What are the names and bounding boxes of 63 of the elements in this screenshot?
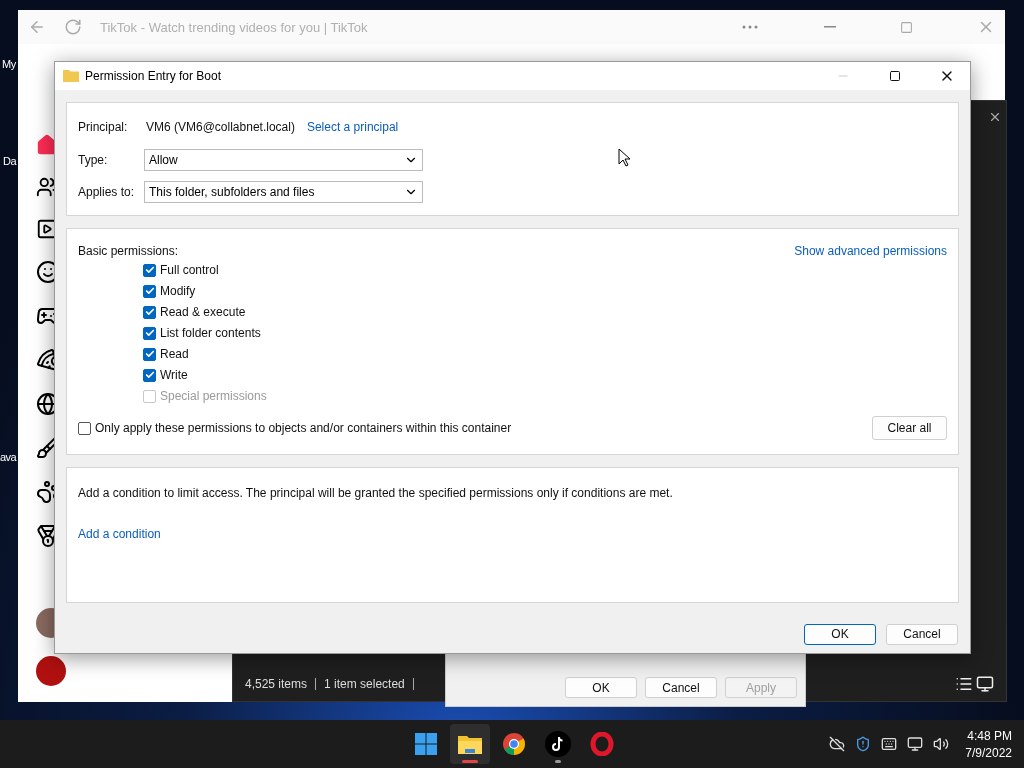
- checkbox[interactable]: [143, 326, 156, 340]
- cloud-off-icon: [829, 736, 846, 752]
- principal-label: Principal:: [78, 119, 129, 134]
- folder-icon[interactable]: [457, 733, 483, 755]
- running-indicator: [462, 760, 478, 763]
- add-condition-link[interactable]: Add a condition: [78, 527, 161, 541]
- checkbox-label: Full control: [160, 263, 219, 277]
- checkbox-label: Special permissions: [160, 389, 267, 403]
- clock-date: 7/9/2022: [965, 745, 1012, 760]
- more-icon[interactable]: [742, 25, 758, 29]
- dialog-button[interactable]: Cancel: [886, 623, 958, 645]
- details-view-icon[interactable]: [955, 675, 973, 693]
- checkbox-label: List folder contents: [160, 326, 261, 340]
- applies-to-dropdown[interactable]: This folder, subfolders and files: [144, 181, 423, 204]
- tiles-view-icon[interactable]: [976, 675, 994, 693]
- maximize-icon: [900, 20, 913, 34]
- running-indicator: [555, 760, 561, 763]
- mouse-cursor-icon: [618, 148, 631, 167]
- desktop-icon-label[interactable]: ava: [0, 451, 17, 463]
- dialog-button[interactable]: OK: [804, 623, 876, 645]
- checkbox[interactable]: [143, 305, 156, 319]
- dialog-button[interactable]: Cancel: [645, 677, 717, 698]
- dialog-button[interactable]: OK: [565, 677, 637, 698]
- checkbox[interactable]: [143, 347, 156, 361]
- reload-icon: [64, 18, 82, 36]
- status-text: 4,525 items: [245, 677, 308, 691]
- principal-value: VM6 (VM6@collabnet.local): [146, 119, 295, 134]
- condition-description: Add a condition to limit access. The principal will be granted the specified permissions only if conditions are met.: [78, 486, 674, 500]
- checkbox[interactable]: [143, 368, 156, 382]
- browser-title: TikTok - Watch trending videos for you | TikTok: [100, 19, 369, 35]
- type-dropdown[interactable]: Allow: [144, 149, 423, 171]
- clock-time: 4:48 PM: [967, 728, 1012, 743]
- keyboard-icon: [881, 736, 898, 752]
- volume-icon: [933, 736, 950, 752]
- show-advanced-link[interactable]: Show advanced permissions: [794, 244, 947, 258]
- dialog-title: Permission Entry for Boot: [85, 69, 223, 83]
- avatar[interactable]: [36, 656, 66, 686]
- back-icon: [28, 18, 46, 36]
- basic-permissions-label: Basic permissions:: [78, 244, 179, 258]
- applies-to-label: Applies to:: [78, 185, 136, 200]
- shield-warning-icon: [855, 736, 872, 752]
- close-icon[interactable]: [988, 110, 1002, 124]
- taskbar-button[interactable]: [450, 724, 490, 764]
- clear-all-button[interactable]: Clear all: [872, 416, 947, 440]
- windows-logo-icon[interactable]: [414, 732, 438, 756]
- desktop-icon-label[interactable]: My: [2, 58, 16, 70]
- select-principal-link[interactable]: Select a principal: [306, 119, 399, 134]
- checkbox-label: Write: [160, 368, 188, 382]
- checkbox[interactable]: [143, 263, 156, 277]
- folder-icon: [63, 70, 79, 82]
- ring-icon[interactable]: [590, 732, 614, 756]
- desktop-icon-label[interactable]: Da: [3, 155, 17, 167]
- music-note-icon[interactable]: [545, 731, 571, 757]
- checkbox-label: Read: [160, 347, 189, 361]
- status-text: 1 item selected: [324, 677, 405, 691]
- chrome-icon[interactable]: [502, 732, 526, 756]
- checkbox[interactable]: [143, 284, 156, 298]
- checkbox-label: Modify: [160, 284, 196, 298]
- checkbox-label: Read & execute: [160, 305, 246, 319]
- checkbox-label: Only apply these permissions to objects and/or containers within this container: [95, 421, 512, 435]
- checkbox[interactable]: [78, 421, 91, 435]
- type-label: Type:: [78, 153, 109, 167]
- monitor-icon: [907, 736, 924, 752]
